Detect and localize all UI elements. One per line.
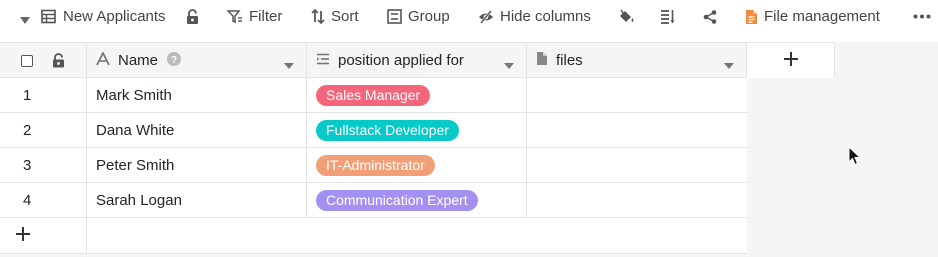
- sort-label: Sort: [331, 8, 359, 25]
- column-name-label: Name: [118, 52, 159, 69]
- table-row[interactable]: 2 Dana White Fullstack Developer: [0, 113, 747, 148]
- sort-icon: [311, 9, 325, 24]
- position-cell[interactable]: Fullstack Developer: [307, 113, 527, 147]
- column-position-label: position applied for: [338, 52, 464, 69]
- plus-icon: [15, 226, 31, 246]
- file-management-label: File management: [764, 8, 880, 25]
- view-name: New Applicants: [63, 8, 166, 25]
- file-management-button[interactable]: File management: [745, 0, 880, 33]
- row-index: 1: [0, 78, 87, 112]
- position-cell[interactable]: Communication Expert: [307, 183, 527, 217]
- add-row-button[interactable]: [0, 218, 87, 253]
- single-select-icon: [316, 52, 330, 69]
- file-column-icon: [536, 51, 548, 70]
- sort-button[interactable]: Sort: [311, 0, 359, 33]
- add-row-filler: [87, 218, 747, 253]
- row-index: 3: [0, 148, 87, 182]
- help-icon[interactable]: ?: [167, 51, 182, 70]
- name-cell[interactable]: Peter Smith: [87, 148, 307, 182]
- chevron-down-icon[interactable]: [724, 57, 734, 74]
- filter-label: Filter: [249, 8, 283, 25]
- column-files-label: files: [556, 52, 583, 69]
- position-tag: Communication Expert: [316, 189, 478, 211]
- chevron-down-icon[interactable]: [284, 57, 294, 74]
- paint-bucket-icon: [618, 9, 635, 24]
- column-header-files[interactable]: files: [527, 43, 747, 78]
- text-column-icon: [96, 50, 110, 70]
- group-label: Group: [408, 8, 450, 25]
- table-body: 1 Mark Smith Sales Manager 2 Dana White …: [0, 78, 747, 254]
- share-icon: [703, 9, 717, 24]
- mouse-cursor-icon: [848, 145, 862, 171]
- name-cell[interactable]: Dana White: [87, 113, 307, 147]
- svg-text:?: ?: [171, 55, 177, 66]
- position-tag: Sales Manager: [316, 84, 431, 106]
- add-row[interactable]: [0, 218, 747, 254]
- table-row[interactable]: 4 Sarah Logan Communication Expert: [0, 183, 747, 218]
- hide-columns-label: Hide columns: [500, 8, 591, 25]
- caret-down-icon[interactable]: [19, 12, 31, 30]
- hide-columns-icon: [478, 9, 494, 24]
- position-cell[interactable]: Sales Manager: [307, 78, 527, 112]
- header-index-cell: [0, 43, 87, 78]
- row-height-button[interactable]: [660, 0, 675, 33]
- row-index: 2: [0, 113, 87, 147]
- position-tag: Fullstack Developer: [316, 119, 459, 141]
- chevron-down-icon[interactable]: [504, 57, 514, 74]
- row-height-icon: [660, 9, 675, 24]
- select-all-checkbox[interactable]: [21, 55, 33, 67]
- row-index: 4: [0, 183, 87, 217]
- name-cell[interactable]: Sarah Logan: [87, 183, 307, 217]
- view-selector[interactable]: New Applicants: [41, 0, 166, 33]
- file-management-icon: [745, 9, 758, 25]
- more-button[interactable]: [913, 0, 931, 33]
- files-cell[interactable]: [527, 183, 747, 217]
- more-icon: [913, 14, 931, 19]
- table-row[interactable]: 1 Mark Smith Sales Manager: [0, 78, 747, 113]
- table-view-icon: [41, 9, 56, 24]
- add-column-button[interactable]: [747, 43, 835, 78]
- lock-icon[interactable]: [52, 53, 65, 72]
- share-button[interactable]: [703, 0, 717, 33]
- hide-columns-button[interactable]: Hide columns: [478, 0, 591, 33]
- files-cell[interactable]: [527, 113, 747, 147]
- files-cell[interactable]: [527, 148, 747, 182]
- group-button[interactable]: Group: [387, 0, 450, 33]
- plus-icon: [783, 51, 799, 71]
- column-header-row: Name ? position applied for files: [0, 42, 835, 78]
- position-cell[interactable]: IT-Administrator: [307, 148, 527, 182]
- toolbar: New Applicants Filter Sort Group Hide co…: [0, 0, 938, 33]
- column-header-position[interactable]: position applied for: [307, 43, 527, 78]
- table-row[interactable]: 3 Peter Smith IT-Administrator: [0, 148, 747, 183]
- filter-button[interactable]: Filter: [227, 0, 282, 33]
- lock-icon: [186, 8, 199, 25]
- row-color-button[interactable]: [618, 0, 635, 33]
- filter-icon: [227, 9, 243, 24]
- name-cell[interactable]: Mark Smith: [87, 78, 307, 112]
- position-tag: IT-Administrator: [316, 154, 435, 176]
- lock-button[interactable]: [186, 0, 199, 33]
- files-cell[interactable]: [527, 78, 747, 112]
- column-header-name[interactable]: Name ?: [87, 43, 307, 78]
- group-icon: [387, 9, 402, 24]
